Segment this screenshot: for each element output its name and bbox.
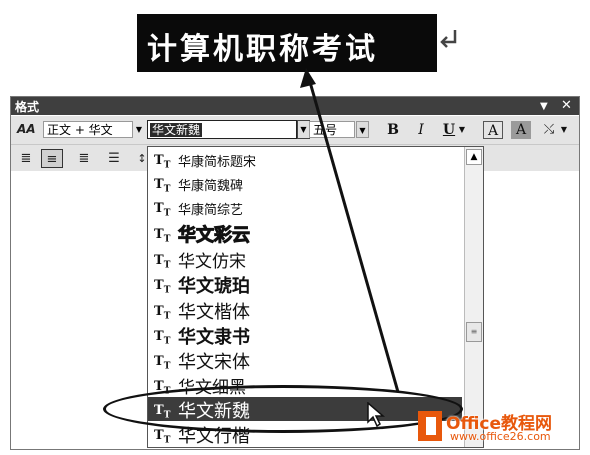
pointer-arrow [300,68,400,393]
screenshot-canvas: 计算机职称考试 格式 ▼ ✕ AA 正文 + 华文 ▼ 华文新魏 ▼ 五号 ▼ … [0,0,590,455]
watermark-logo: Office教程网 www.office26.com [418,403,588,449]
watermark-url: www.office26.com [450,430,551,443]
mouse-cursor-icon [367,402,385,428]
